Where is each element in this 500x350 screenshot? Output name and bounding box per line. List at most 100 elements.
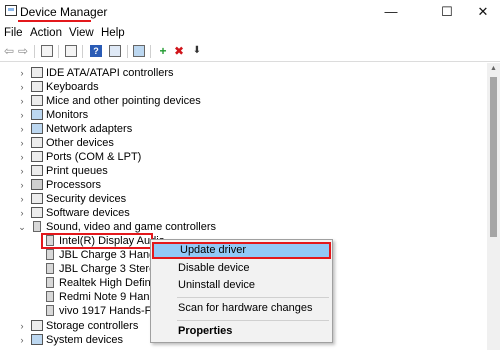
- scan-icon[interactable]: [108, 44, 122, 58]
- scroll-up-icon[interactable]: ▲: [487, 63, 500, 75]
- ide-controller-icon: [31, 67, 43, 78]
- collapse-chevron-icon[interactable]: ⌄: [18, 220, 26, 234]
- tree-node-network-adapters[interactable]: › Network adapters: [0, 122, 480, 136]
- menu-separator: [177, 297, 329, 298]
- speaker-icon: [46, 263, 54, 274]
- tree-node-security-devices[interactable]: › Security devices: [0, 192, 480, 206]
- expand-chevron-icon[interactable]: ›: [18, 150, 26, 164]
- keyboard-icon: [31, 81, 43, 92]
- title-underline: [18, 20, 91, 22]
- properties-icon[interactable]: [40, 44, 54, 58]
- network-adapter-icon: [31, 123, 43, 134]
- context-menu: Update driver Disable device Uninstall d…: [150, 239, 333, 343]
- tree-node-label: System devices: [46, 334, 124, 346]
- speaker-icon: [46, 277, 54, 288]
- tree-node-label: Software devices: [46, 207, 130, 219]
- tree-node-processors[interactable]: › Processors: [0, 178, 480, 192]
- mouse-icon: [31, 95, 43, 106]
- other-devices-icon: [31, 137, 43, 148]
- help-icon[interactable]: ?: [89, 44, 103, 58]
- scroll-thumb[interactable]: [490, 77, 497, 237]
- tree-node-label: Sound, video and game controllers: [46, 221, 216, 233]
- ctx-scan-hardware[interactable]: Scan for hardware changes: [152, 300, 331, 317]
- tree-node-label: Monitors: [46, 109, 89, 121]
- expand-chevron-icon[interactable]: ›: [18, 178, 26, 192]
- toolbar-separator: [34, 45, 35, 58]
- show-hidden-icon[interactable]: [64, 44, 78, 58]
- download-icon[interactable]: ⬇: [190, 44, 204, 58]
- tree-node-software-devices[interactable]: › Software devices: [0, 206, 480, 220]
- menu-file[interactable]: File: [4, 26, 23, 40]
- monitor-icon[interactable]: [132, 44, 146, 58]
- printer-icon: [31, 165, 43, 176]
- tree-node-label: Keyboards: [46, 81, 99, 93]
- expand-chevron-icon[interactable]: ›: [18, 136, 26, 150]
- tree-node-label: Processors: [46, 179, 102, 191]
- expand-chevron-icon[interactable]: ›: [18, 94, 26, 108]
- forward-icon[interactable]: ⇨: [16, 44, 30, 58]
- processor-icon: [31, 179, 43, 190]
- expand-chevron-icon[interactable]: ›: [18, 122, 26, 136]
- menu-help[interactable]: Help: [101, 26, 125, 40]
- expand-chevron-icon[interactable]: ›: [18, 66, 26, 80]
- tree-node-label: Security devices: [46, 193, 127, 205]
- device-manager-icon: [5, 5, 17, 16]
- tree-node-label: Ports (COM & LPT): [46, 151, 142, 163]
- update-driver-icon[interactable]: +: [156, 44, 170, 58]
- storage-controller-icon: [31, 320, 43, 331]
- tree-node-keyboards[interactable]: › Keyboards: [0, 80, 480, 94]
- menu-separator: [177, 320, 329, 321]
- ctx-disable-device[interactable]: Disable device: [152, 260, 331, 277]
- tree-node-label: Print queues: [46, 165, 108, 177]
- tree-node-label: JBL Charge 3 Stereo: [59, 263, 162, 275]
- tree-node-sound-video[interactable]: ⌄ Sound, video and game controllers: [0, 220, 480, 234]
- tree-node-label: Mice and other pointing devices: [46, 95, 201, 107]
- ctx-update-driver[interactable]: Update driver: [152, 242, 331, 259]
- speaker-icon: [46, 291, 54, 302]
- tree-node-label: Realtek High Definitio: [59, 277, 165, 289]
- tree-node-monitors[interactable]: › Monitors: [0, 108, 480, 122]
- expand-chevron-icon[interactable]: ›: [18, 206, 26, 220]
- expand-chevron-icon[interactable]: ›: [18, 108, 26, 122]
- tree-node-other-devices[interactable]: › Other devices: [0, 136, 480, 150]
- expand-chevron-icon[interactable]: ›: [18, 80, 26, 94]
- software-device-icon: [31, 207, 43, 218]
- tree-node-print-queues[interactable]: › Print queues: [0, 164, 480, 178]
- expand-chevron-icon[interactable]: ›: [18, 164, 26, 178]
- vertical-scrollbar[interactable]: ▲: [487, 63, 500, 350]
- window-title: Device Manager: [20, 5, 108, 19]
- toolbar-separator: [58, 45, 59, 58]
- toolbar-separator: [150, 45, 151, 58]
- minimize-button[interactable]: —: [378, 3, 404, 21]
- toolbar: ⇦ ⇨ ? + ✖ ⬇: [0, 42, 500, 62]
- tree-node-label: Network adapters: [46, 123, 133, 135]
- close-button[interactable]: ✕: [470, 3, 496, 21]
- tree-node-ports[interactable]: › Ports (COM & LPT): [0, 150, 480, 164]
- ctx-properties[interactable]: Properties: [152, 323, 331, 340]
- speaker-icon: [33, 221, 41, 232]
- title-bar: Device Manager — ☐ ✕: [0, 0, 500, 24]
- system-device-icon: [31, 334, 43, 345]
- tree-node-label: Storage controllers: [46, 320, 139, 332]
- expand-chevron-icon[interactable]: ›: [18, 319, 26, 333]
- toolbar-separator: [127, 45, 128, 58]
- remove-device-icon[interactable]: ✖: [172, 44, 186, 58]
- expand-chevron-icon[interactable]: ›: [18, 192, 26, 206]
- tree-node-label: Other devices: [46, 137, 114, 149]
- menu-bar: File Action View Help: [0, 24, 500, 42]
- expand-chevron-icon[interactable]: ›: [18, 333, 26, 347]
- tree-node-mice[interactable]: › Mice and other pointing devices: [0, 94, 480, 108]
- menu-view[interactable]: View: [69, 26, 94, 40]
- ctx-uninstall-device[interactable]: Uninstall device: [152, 277, 331, 294]
- port-icon: [31, 151, 43, 162]
- monitor-icon: [31, 109, 43, 120]
- menu-action[interactable]: Action: [30, 26, 62, 40]
- maximize-button[interactable]: ☐: [434, 3, 460, 21]
- speaker-icon: [46, 249, 54, 260]
- security-device-icon: [31, 193, 43, 204]
- back-icon[interactable]: ⇦: [2, 44, 16, 58]
- toolbar-separator: [82, 45, 83, 58]
- tree-node-ide-ata[interactable]: › IDE ATA/ATAPI controllers: [0, 66, 480, 80]
- tree-node-label: IDE ATA/ATAPI controllers: [46, 67, 174, 79]
- selected-device-highlight: [41, 233, 153, 249]
